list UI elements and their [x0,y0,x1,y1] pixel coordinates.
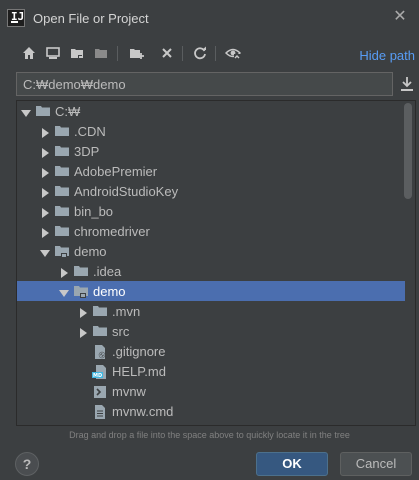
toolbar-separator [215,46,216,61]
path-input[interactable] [16,72,393,96]
tree-row-label: bin_bo [74,204,114,219]
tree-row-label: src [112,324,130,339]
script-file-icon [92,384,108,398]
file-tree[interactable]: C:₩ .CDN 3DP AdobePremier AndroidStudioKey bi… [16,100,416,426]
path-row [16,72,416,96]
toolbar [16,42,416,66]
tree-row[interactable]: AdobePremier [17,161,405,181]
expand-arrow-icon[interactable] [59,286,69,297]
tree-row[interactable]: demo [17,281,405,301]
folder-icon [54,224,70,238]
home-icon[interactable] [18,42,40,64]
folder-icon [54,164,70,178]
tree-scrollbar[interactable] [404,103,412,199]
tree-row[interactable]: demo [17,241,405,261]
cancel-button[interactable]: Cancel [340,452,412,476]
desktop-icon[interactable] [42,42,64,64]
tree-row-label: demo [74,244,107,259]
collapse-arrow-icon[interactable] [78,326,88,338]
expand-arrow-icon[interactable] [40,246,50,257]
tree-row[interactable]: mvnw [17,381,405,401]
gitignore-file-icon [92,344,108,359]
hide-path-link[interactable]: Hide path [359,48,415,63]
tree-row-label: C:₩ [55,104,81,119]
new-folder-icon[interactable] [126,42,148,64]
folder-icon [92,304,108,318]
drive-icon [35,104,51,118]
dialog-title: Open File or Project [33,11,149,26]
tree-row-label: .mvn [112,304,141,319]
tree-row-label: HELP.md [112,364,166,379]
tree-row-label: .CDN [74,124,106,139]
download-icon[interactable] [400,75,414,93]
toolbar-separator [182,46,183,61]
tree-row-label: AndroidStudioKey [74,184,179,199]
project-folder-icon[interactable] [66,42,88,64]
tree-row[interactable]: .CDN [17,121,405,141]
drag-drop-hint: Drag and drop a file into the space abov… [69,430,350,440]
folder-icon [92,324,108,338]
markdown-file-icon: MD [92,364,108,379]
tree-row-label: mvnw.cmd [112,404,174,419]
close-icon[interactable]: ✕ [391,8,409,26]
collapse-arrow-icon[interactable] [59,266,69,278]
expand-arrow-icon[interactable] [21,106,31,117]
tree-row[interactable]: mvnw.cmd [17,401,405,421]
tree-row-label: AdobePremier [74,164,158,179]
toolbar-separator [117,46,118,61]
folder-icon [54,184,70,198]
tree-row[interactable]: .mvn [17,301,405,321]
tree-row[interactable]: C:₩ [17,101,405,121]
tree-row[interactable]: bin_bo [17,201,405,221]
tree-row-label: 3DP [74,144,100,159]
project-folder-icon [54,244,70,258]
tree-row-label: demo [93,284,126,299]
tree-row-label: .idea [93,264,122,279]
collapse-arrow-icon[interactable] [40,126,50,138]
project-folder-icon [73,284,89,298]
tree-row[interactable]: .gitignore [17,341,405,361]
delete-icon[interactable] [156,42,178,64]
tree-row-label: mvnw [112,384,146,399]
collapse-arrow-icon[interactable] [40,146,50,158]
collapse-arrow-icon[interactable] [40,186,50,198]
tree-row[interactable]: src [17,321,405,341]
show-hidden-icon[interactable] [222,42,244,64]
help-button[interactable]: ? [15,452,39,476]
collapse-arrow-icon[interactable] [40,166,50,178]
collapse-arrow-icon[interactable] [40,226,50,238]
collapse-arrow-icon[interactable] [78,306,88,318]
ok-button[interactable]: OK [256,452,328,476]
title-bar: IJ Open File or Project ✕ [0,0,419,38]
tree-row-label: chromedriver [74,224,150,239]
tree-row[interactable]: AndroidStudioKey [17,181,405,201]
intellij-icon: IJ [7,9,25,27]
tree-row[interactable]: 3DP [17,141,405,161]
tree-row[interactable]: .idea [17,261,405,281]
tree-row[interactable]: chromedriver [17,221,405,241]
tree-row-label: .gitignore [112,344,166,359]
folder-icon [54,124,70,138]
svg-text:MD: MD [93,373,102,379]
text-file-icon [92,404,108,419]
collapse-arrow-icon[interactable] [40,206,50,218]
refresh-icon[interactable] [189,42,211,64]
module-folder-icon[interactable] [90,42,112,64]
folder-icon [54,144,70,158]
folder-icon [54,204,70,218]
tree-row[interactable]: MD HELP.md [17,361,405,381]
folder-icon [73,264,89,278]
